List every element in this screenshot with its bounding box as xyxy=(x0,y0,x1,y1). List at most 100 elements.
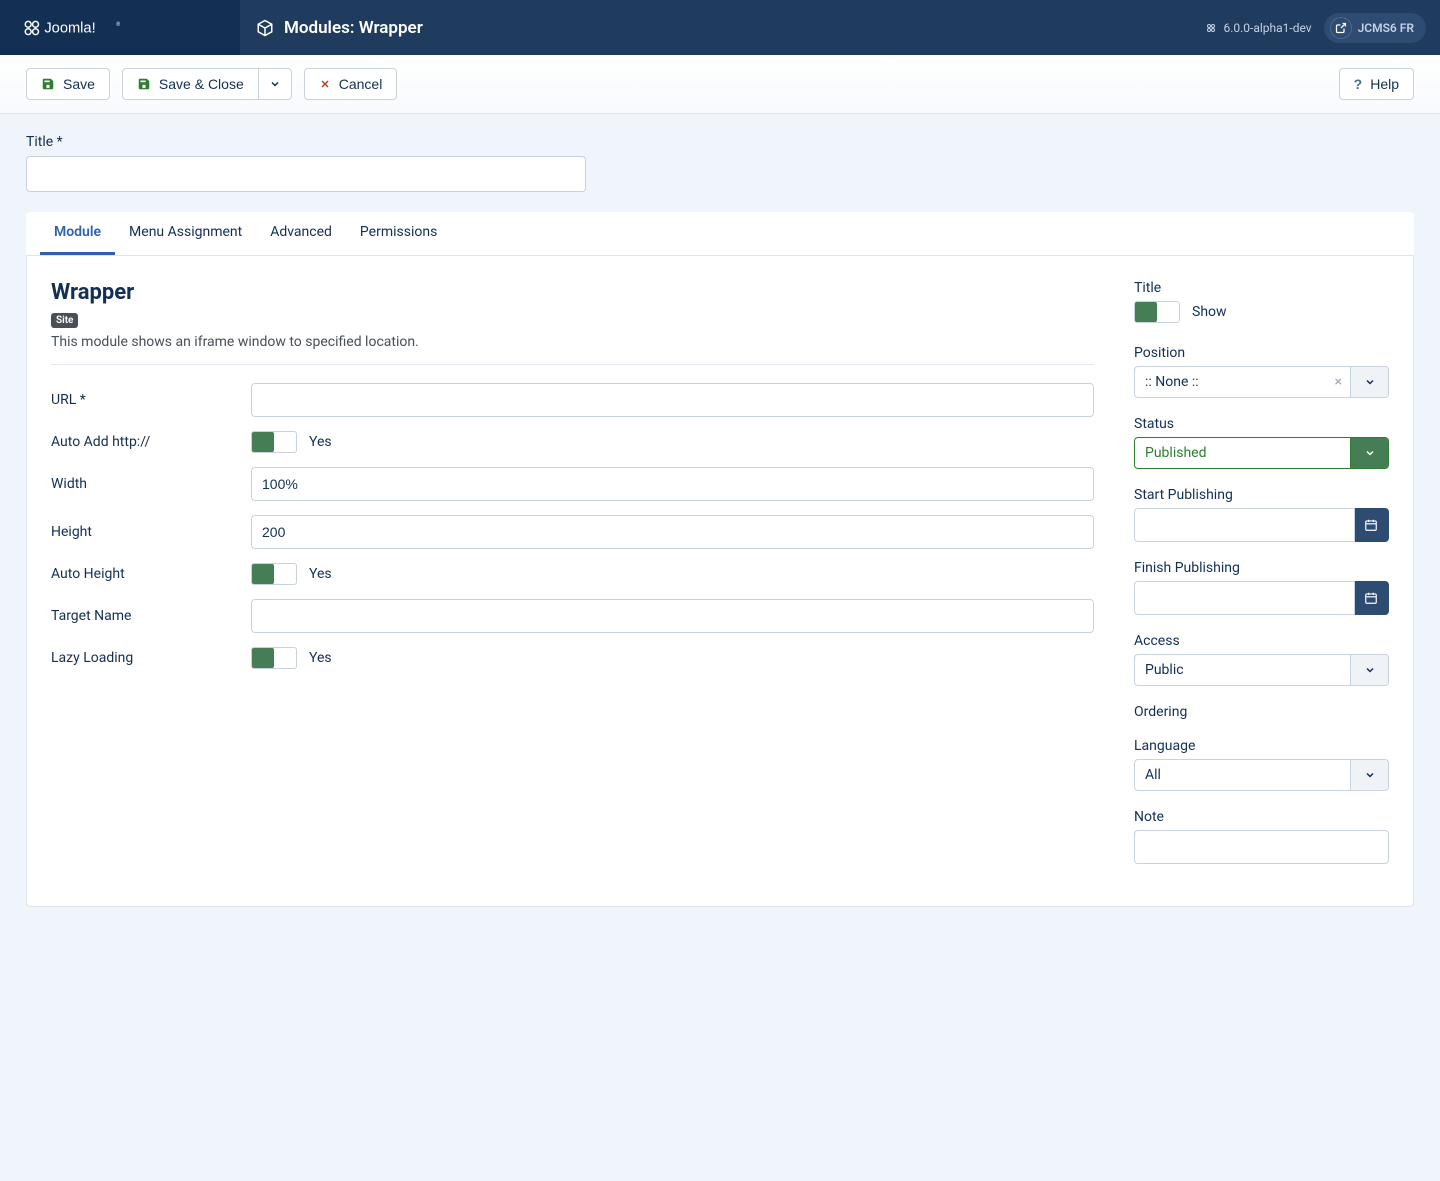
width-label: Width xyxy=(51,476,251,492)
finish-pub-input[interactable] xyxy=(1134,581,1355,615)
access-label: Access xyxy=(1134,633,1389,649)
top-right: 6.0.0-alpha1-dev JCMS6 FR xyxy=(1205,13,1440,43)
start-pub-input[interactable] xyxy=(1134,508,1355,542)
position-value: :: None :: xyxy=(1135,367,1327,397)
calendar-icon xyxy=(1364,518,1378,532)
tab-permissions[interactable]: Permissions xyxy=(346,212,451,255)
side-language: Language All xyxy=(1134,738,1389,791)
save-close-group: Save & Close xyxy=(122,68,292,100)
url-input[interactable] xyxy=(251,383,1094,417)
row-lazy-loading: Lazy Loading Yes xyxy=(51,647,1094,669)
side-start-pub: Start Publishing xyxy=(1134,487,1389,542)
row-auto-height: Auto Height Yes xyxy=(51,563,1094,585)
side-title: Title Show xyxy=(1134,280,1389,327)
cancel-icon xyxy=(319,78,331,90)
auto-add-http-label: Auto Add http:// xyxy=(51,434,251,450)
height-input[interactable] xyxy=(251,515,1094,549)
external-link-icon xyxy=(1330,17,1352,39)
save-dropdown-button[interactable] xyxy=(259,68,292,100)
page-title: Modules: Wrapper xyxy=(284,18,423,38)
target-name-label: Target Name xyxy=(51,608,251,624)
svg-text:Joomla!: Joomla! xyxy=(44,20,95,36)
row-height: Height xyxy=(51,515,1094,549)
site-badge: Site xyxy=(51,313,78,328)
main-column: Wrapper Site This module shows an iframe… xyxy=(51,280,1094,882)
width-input[interactable] xyxy=(251,467,1094,501)
url-label: URL * xyxy=(51,392,251,408)
help-button[interactable]: ? Help xyxy=(1339,68,1414,100)
language-value: All xyxy=(1135,760,1350,790)
lazy-loading-toggle[interactable] xyxy=(251,647,297,669)
auto-height-value: Yes xyxy=(309,566,332,582)
side-title-toggle[interactable] xyxy=(1134,301,1180,323)
note-input[interactable] xyxy=(1134,830,1389,864)
version-text: 6.0.0-alpha1-dev xyxy=(1223,21,1311,35)
chevron-down-icon xyxy=(269,78,281,90)
module-heading: Wrapper xyxy=(51,280,1094,305)
save-close-button[interactable]: Save & Close xyxy=(122,68,259,100)
finish-pub-label: Finish Publishing xyxy=(1134,560,1389,576)
chevron-down-icon[interactable] xyxy=(1350,655,1388,685)
site-name: JCMS6 FR xyxy=(1358,21,1414,35)
lazy-loading-value: Yes xyxy=(309,650,332,666)
cube-icon xyxy=(256,19,274,37)
save-icon xyxy=(137,77,151,91)
target-name-input[interactable] xyxy=(251,599,1094,633)
save-button[interactable]: Save xyxy=(26,68,110,100)
tabs: Module Menu Assignment Advanced Permissi… xyxy=(26,212,1414,256)
calendar-button[interactable] xyxy=(1355,508,1389,542)
side-access: Access Public xyxy=(1134,633,1389,686)
auto-add-http-value: Yes xyxy=(309,434,332,450)
brand-logo[interactable]: Joomla! ® xyxy=(0,0,240,55)
row-target-name: Target Name xyxy=(51,599,1094,633)
site-chip[interactable]: JCMS6 FR xyxy=(1324,13,1426,43)
auto-add-http-toggle[interactable] xyxy=(251,431,297,453)
page-title-area: Modules: Wrapper xyxy=(240,18,1205,38)
calendar-button[interactable] xyxy=(1355,581,1389,615)
auto-height-label: Auto Height xyxy=(51,566,251,582)
position-label: Position xyxy=(1134,345,1389,361)
side-title-value: Show xyxy=(1192,304,1227,320)
auto-height-toggle[interactable] xyxy=(251,563,297,585)
position-select[interactable]: :: None :: × xyxy=(1134,366,1389,398)
ordering-label: Ordering xyxy=(1134,704,1389,720)
divider xyxy=(51,364,1094,365)
title-label: Title * xyxy=(26,134,1414,150)
chevron-down-icon[interactable] xyxy=(1350,367,1388,397)
calendar-icon xyxy=(1364,591,1378,605)
tab-module[interactable]: Module xyxy=(40,212,115,255)
tab-content: Wrapper Site This module shows an iframe… xyxy=(26,256,1414,907)
position-clear[interactable]: × xyxy=(1327,367,1350,397)
save-icon xyxy=(41,77,55,91)
help-icon: ? xyxy=(1354,76,1363,92)
row-width: Width xyxy=(51,467,1094,501)
topbar: Joomla! ® Modules: Wrapper 6.0.0-alpha1-… xyxy=(0,0,1440,55)
language-label: Language xyxy=(1134,738,1389,754)
side-position: Position :: None :: × xyxy=(1134,345,1389,398)
language-select[interactable]: All xyxy=(1134,759,1389,791)
side-title-label: Title xyxy=(1134,280,1389,296)
toolbar: Save Save & Close Cancel ? Help xyxy=(0,55,1440,114)
svg-text:®: ® xyxy=(116,20,120,27)
row-url: URL * xyxy=(51,383,1094,417)
row-auto-add-http: Auto Add http:// Yes xyxy=(51,431,1094,453)
note-label: Note xyxy=(1134,809,1389,825)
cancel-button[interactable]: Cancel xyxy=(304,68,398,100)
module-description: This module shows an iframe window to sp… xyxy=(51,334,1094,350)
status-select[interactable]: Published xyxy=(1134,437,1389,469)
joomla-icon xyxy=(1205,22,1217,34)
side-note: Note xyxy=(1134,809,1389,864)
version-chip[interactable]: 6.0.0-alpha1-dev xyxy=(1205,21,1311,35)
chevron-down-icon[interactable] xyxy=(1350,760,1388,790)
access-select[interactable]: Public xyxy=(1134,654,1389,686)
tab-advanced[interactable]: Advanced xyxy=(256,212,346,255)
side-column: Title Show Position :: None :: × Status xyxy=(1134,280,1389,882)
title-input[interactable] xyxy=(26,156,586,192)
start-pub-label: Start Publishing xyxy=(1134,487,1389,503)
side-ordering: Ordering xyxy=(1134,704,1389,720)
tab-menu-assignment[interactable]: Menu Assignment xyxy=(115,212,256,255)
form-area: Title * Module Menu Assignment Advanced … xyxy=(0,114,1440,927)
lazy-loading-label: Lazy Loading xyxy=(51,650,251,666)
chevron-down-icon[interactable] xyxy=(1350,438,1388,468)
side-finish-pub: Finish Publishing xyxy=(1134,560,1389,615)
